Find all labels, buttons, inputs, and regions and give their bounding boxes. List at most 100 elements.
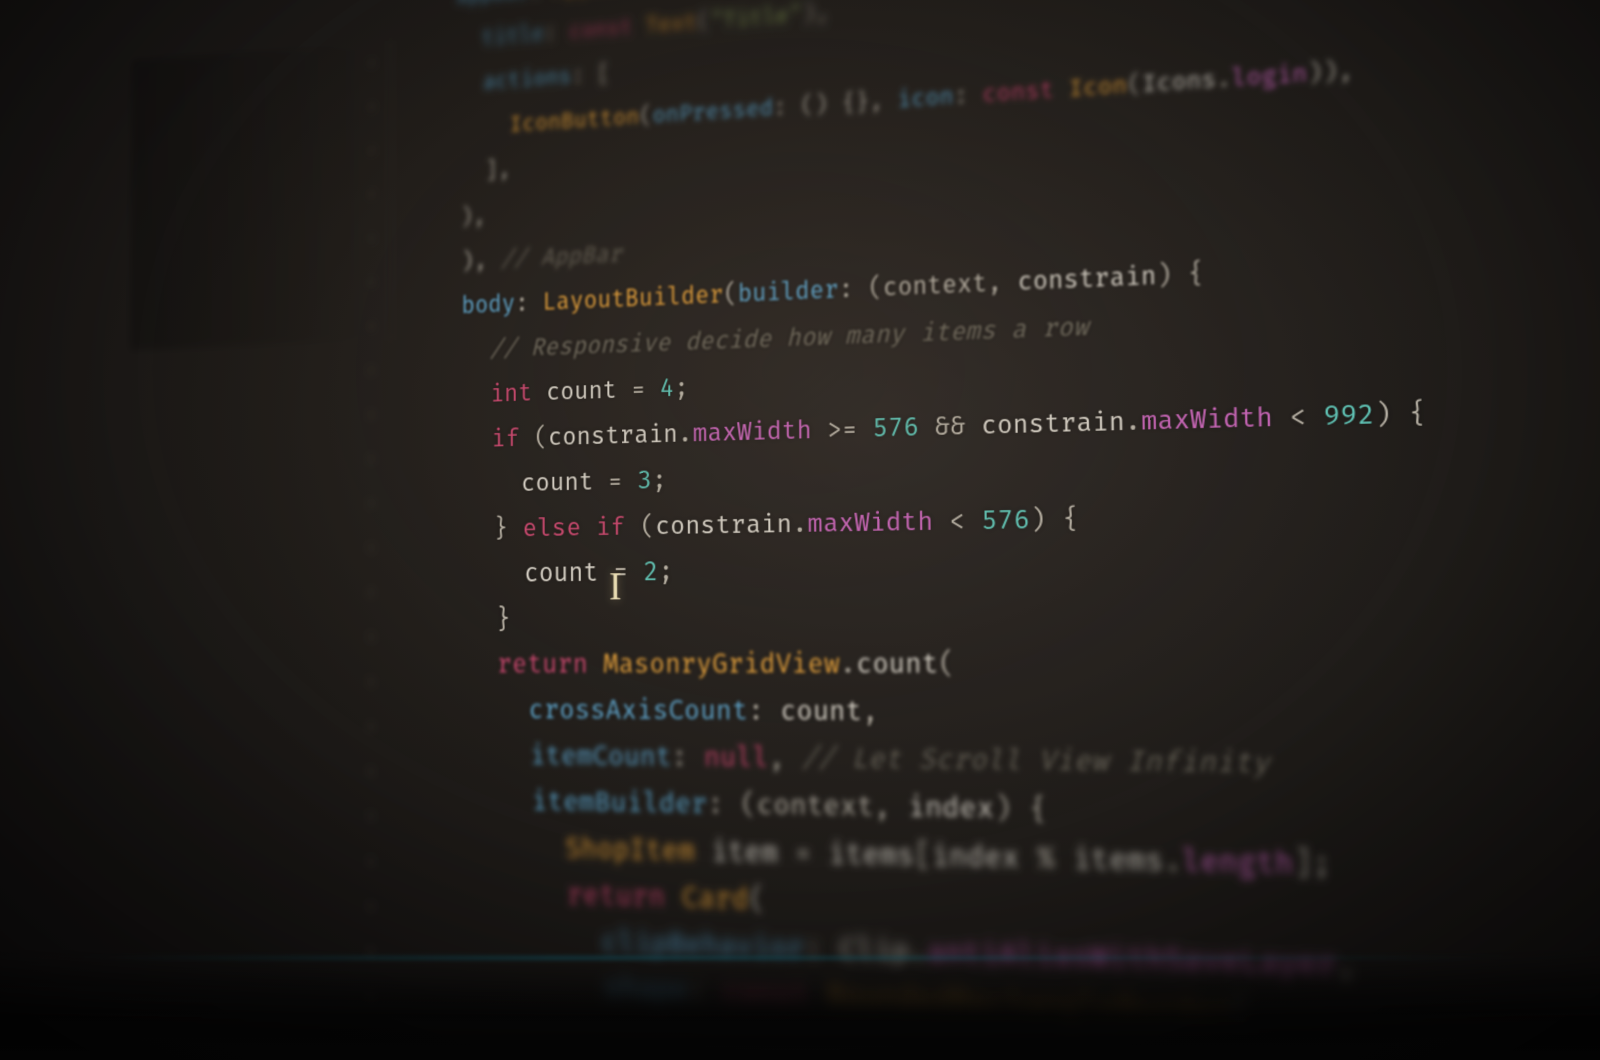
token-punc: >= [812, 414, 873, 446]
code-line[interactable]: return MasonryGridView.count( [408, 640, 1541, 693]
token-orange: ShopItem [565, 833, 695, 869]
token-punc [588, 650, 603, 682]
token-punc: . [1125, 407, 1142, 439]
token-mag: maxWidth [807, 507, 933, 540]
token-punc: : (context [839, 269, 988, 305]
token-prop: body [462, 290, 516, 320]
token-ident: constrain [981, 407, 1125, 442]
token-kw2: return [567, 879, 665, 915]
token-orange: AppBar [554, 0, 629, 2]
token-punc: : [954, 82, 983, 111]
token-prop: icon [897, 84, 954, 115]
token-mag: login [1231, 61, 1307, 94]
token-mag: maxWidth [1141, 403, 1274, 438]
token-punc: [ [914, 840, 932, 875]
token-str: "Title" [710, 3, 802, 36]
token-punc: ], [485, 157, 511, 185]
token-num: 576 [981, 505, 1030, 537]
token-ident: constrain [1017, 262, 1156, 298]
token-punc: ( [938, 649, 955, 682]
token-punc: : [748, 696, 781, 729]
token-ident: item [711, 836, 778, 871]
token-prop: actions [483, 64, 572, 96]
token-punc: ( [749, 884, 766, 919]
token-prop: itemBuilder [532, 787, 708, 823]
token-punc: : [515, 289, 542, 318]
token-punc: && [919, 411, 982, 443]
token-punc: , [862, 697, 879, 730]
code-line[interactable]: } [408, 589, 1525, 644]
text-cursor-icon: I [609, 564, 622, 610]
token-kw: else if [523, 513, 626, 545]
token-punc [1054, 76, 1069, 105]
code-area[interactable]: appBar: AppBar( title: const Text("Title… [408, 0, 1500, 1050]
token-ident: count [521, 468, 593, 499]
token-prop: onPressed [653, 96, 774, 131]
viewport: ···· ···· ···· ···· ···· ··· appBar: App… [0, 0, 1600, 1060]
token-kw2: return [497, 650, 588, 681]
token-ident: constrain [548, 420, 678, 453]
token-prop: crossAxisCount [529, 696, 749, 729]
token-punc: . [1216, 66, 1232, 95]
token-punc: } [494, 514, 523, 544]
token-punc: , [987, 268, 1018, 299]
monitor-bezel [0, 950, 1600, 1060]
token-punc: . [792, 509, 808, 540]
token-punc [633, 14, 646, 41]
token-punc: ( [724, 281, 738, 310]
token-punc: )), [1307, 58, 1354, 90]
token-ident: count [546, 376, 617, 407]
token-ident: count [856, 649, 938, 682]
token-punc: = [593, 467, 637, 498]
token-punc: , [870, 88, 898, 117]
token-punc: ; [659, 558, 674, 589]
token-punc: ) { [1156, 260, 1204, 292]
token-num: 576 [873, 413, 920, 445]
token-punc: ( [520, 424, 548, 454]
token-orange: Icon [1068, 73, 1127, 105]
token-mag: length [1182, 845, 1294, 883]
token-kw: const [569, 15, 633, 45]
token-punc: : (context [707, 789, 874, 825]
token-kw: null [704, 743, 769, 777]
token-kw: int [491, 379, 533, 409]
token-punc: . [840, 649, 857, 681]
token-cmnt: // AppBar [501, 241, 623, 274]
token-punc: ( [1127, 72, 1142, 101]
token-num: 4 [660, 374, 675, 404]
token-prop: title [482, 22, 544, 52]
token-punc: ( [639, 104, 652, 132]
token-punc: , [769, 743, 802, 776]
token-punc: ( [625, 512, 655, 543]
token-punc: . [678, 420, 693, 450]
token-punc: ; [674, 374, 689, 404]
token-punc: ) { [1374, 399, 1426, 433]
token-punc: ( [697, 10, 710, 37]
token-orange: Card [682, 882, 749, 918]
token-punc: = [617, 375, 660, 406]
token-mag: maxWidth [693, 416, 812, 449]
token-punc: } [496, 605, 511, 636]
token-punc: ) { [994, 793, 1047, 828]
token-num: 3 [637, 466, 652, 496]
token-kw: if [492, 425, 520, 455]
token-ident: constrain [655, 510, 792, 543]
token-punc [532, 379, 546, 408]
token-prop: itemCount [530, 741, 672, 775]
token-ident: index [932, 840, 1020, 877]
token-punc: % [1019, 842, 1073, 878]
token-punc: : [773, 94, 801, 123]
token-punc [695, 836, 712, 870]
editor-screen: ···· ···· ···· ···· ···· ··· appBar: App… [132, 0, 1600, 60]
token-punc: ]; [1293, 847, 1331, 884]
token-punc: ), [802, 1, 829, 29]
token-orange: LayoutBuilder [543, 281, 724, 317]
token-punc: < [1273, 402, 1324, 435]
token-punc: = [778, 837, 829, 872]
token-punc: ; [652, 466, 667, 496]
line-number-gutter: ···· ···· ···· ···· ···· ··· [130, 41, 391, 351]
token-num: 992 [1323, 400, 1375, 433]
token-cmnt: // Let Scroll View Infinity [801, 743, 1270, 782]
token-orange: Text [645, 10, 697, 40]
token-ident: items [1073, 843, 1164, 880]
